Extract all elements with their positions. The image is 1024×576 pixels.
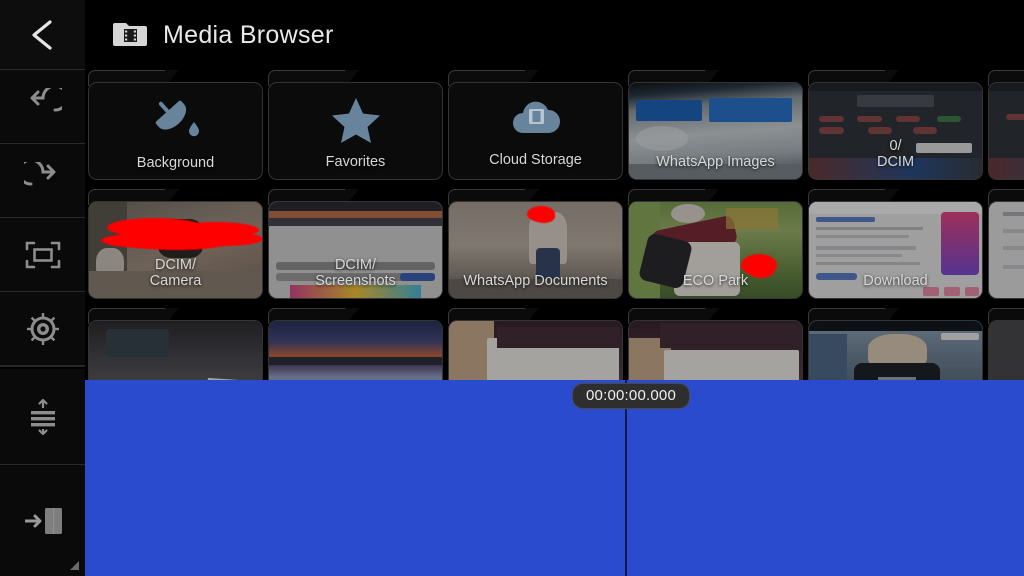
folder-hand-paper-2[interactable]: folder/ — [628, 308, 803, 380]
folder-dcim[interactable]: DCIM/ — [88, 308, 263, 380]
folder-body: Favorites — [268, 82, 443, 180]
thumbnail-overlay — [989, 83, 1024, 179]
expand-tracks-button[interactable] — [0, 369, 85, 465]
thumbnail-overlay — [809, 321, 982, 380]
folder-label: Background — [136, 154, 215, 171]
crop-frame-icon — [23, 238, 63, 272]
folder-label: Favorites — [325, 153, 386, 170]
insert-clip-button[interactable] — [0, 465, 85, 576]
gear-icon — [25, 311, 61, 347]
folder-label: 0/ DCIM — [876, 138, 915, 170]
folder-label: ECO Park — [682, 273, 749, 289]
folder-body: folder/ — [448, 320, 623, 380]
insert-clip-icon — [17, 501, 69, 541]
folder-cloud-storage[interactable]: Cloud Storage — [448, 70, 623, 180]
folder-label: Download — [863, 273, 928, 289]
folder-body: DCIM/ — [88, 320, 263, 380]
folder-label: DCIM/ Camera — [149, 257, 202, 289]
undo-button[interactable] — [0, 70, 85, 144]
media-browser-screen: Media Browser Background Favorites Cloud… — [0, 0, 1024, 576]
folder-row: DCIM/ Camera DCIM/ Screenshots WhatsApp … — [85, 189, 1024, 308]
folder-body — [988, 320, 1024, 380]
folder-whatsapp-documents[interactable]: WhatsApp Documents — [448, 189, 623, 299]
left-toolbar — [0, 0, 85, 576]
undo-arrow-icon — [24, 87, 62, 126]
folder-download[interactable]: Download — [808, 189, 983, 299]
folder-favorites[interactable]: Favorites — [268, 70, 443, 180]
folder-dcim-camera[interactable]: DCIM/ Camera — [88, 189, 263, 299]
folder-eco-park[interactable]: ECO Park — [628, 189, 803, 299]
settings-button[interactable] — [0, 292, 85, 366]
folder-partial-right-2[interactable] — [988, 189, 1024, 299]
thumbnail-overlay — [629, 321, 802, 380]
page-title: Media Browser — [163, 20, 334, 49]
folder-body: ECO Park — [628, 201, 803, 299]
redo-arrow-icon — [23, 161, 62, 200]
folder-row: Background Favorites Cloud Storage Whats… — [85, 70, 1024, 189]
folder-label: Cloud Storage — [489, 151, 582, 168]
thumbnail-overlay — [449, 321, 622, 380]
folder-hand-paper[interactable]: folder/ — [448, 308, 623, 380]
paint-bucket-icon — [149, 94, 203, 149]
timeline-track-area[interactable]: 00:00:00.000 — [85, 380, 1024, 576]
playhead-line[interactable] — [625, 380, 627, 576]
folder-body: Background — [88, 82, 263, 180]
folder-body: folder/ — [268, 320, 443, 380]
thumbnail-overlay — [269, 321, 442, 380]
folder-body — [988, 201, 1024, 299]
expand-vertical-icon — [23, 396, 63, 438]
thumbnail-overlay — [989, 321, 1024, 380]
sidebar-resize-handle[interactable] — [70, 561, 79, 570]
folder-row: DCIM/ folder/ — [85, 308, 1024, 380]
fit-screen-button[interactable] — [0, 218, 85, 292]
star-icon — [330, 95, 382, 148]
header-bar: Media Browser — [85, 0, 1024, 70]
folder-body: DCIM/ Camera — [88, 201, 263, 299]
folder-label: WhatsApp Images — [656, 154, 775, 170]
folder-0-dcim[interactable]: 0/ DCIM — [808, 70, 983, 180]
thumbnail-overlay — [89, 321, 262, 380]
folder-body: Cloud Storage — [448, 82, 623, 180]
folder-partial-right-3[interactable] — [988, 308, 1024, 380]
back-chevron-icon — [28, 18, 58, 52]
folder-whatsapp-images[interactable]: WhatsApp Images — [628, 70, 803, 180]
folder-background[interactable]: Background — [88, 70, 263, 180]
folder-dcim-screenshots[interactable]: DCIM/ Screenshots — [268, 189, 443, 299]
thumbnail-overlay — [989, 202, 1024, 298]
folder-partial-right-1[interactable] — [988, 70, 1024, 180]
media-folder-grid: Background Favorites Cloud Storage Whats… — [85, 64, 1024, 380]
folder-body — [988, 82, 1024, 180]
folder-body: folder/ — [628, 320, 803, 380]
redo-button[interactable] — [0, 144, 85, 218]
cloud-film-icon — [507, 97, 565, 146]
folder-body: VidMate1/ — [808, 320, 983, 380]
folder-body: WhatsApp Images — [628, 82, 803, 180]
folder-body: 0/ DCIM — [808, 82, 983, 180]
folder-label: DCIM/ Screenshots — [315, 257, 396, 289]
folder-body: Download — [808, 201, 983, 299]
folder-body: DCIM/ Screenshots — [268, 201, 443, 299]
folder-film-icon — [113, 18, 147, 53]
back-button[interactable] — [0, 0, 85, 70]
folder-vidmate[interactable]: VidMate1/ — [808, 308, 983, 380]
timecode-badge[interactable]: 00:00:00.000 — [572, 383, 690, 409]
folder-body: WhatsApp Documents — [448, 201, 623, 299]
folder-sunset[interactable]: folder/ — [268, 308, 443, 380]
folder-label: WhatsApp Documents — [463, 273, 608, 289]
